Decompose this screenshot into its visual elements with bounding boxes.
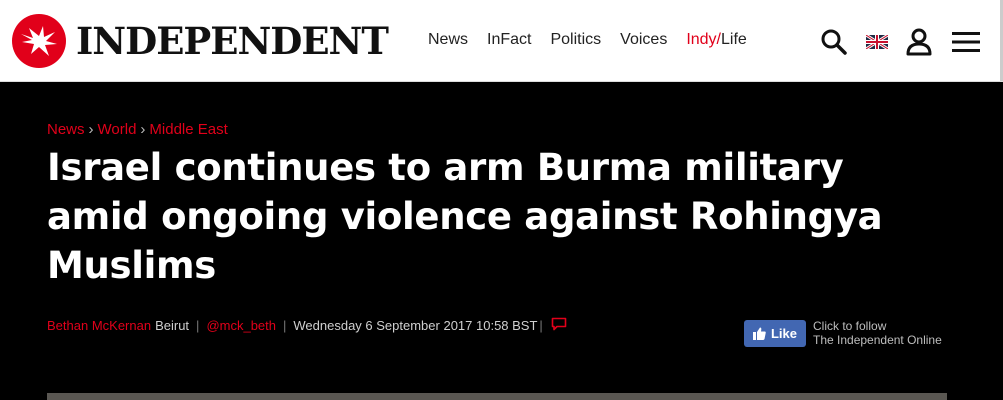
thumbs-up-icon: [752, 327, 766, 340]
logo-wordmark: INDEPENDENT: [76, 19, 389, 63]
article-byline: Bethan McKernan Beirut | @mck_beth | Wed…: [47, 317, 567, 334]
comment-icon[interactable]: [551, 317, 567, 334]
nav-infact[interactable]: InFact: [487, 31, 531, 49]
article-hero-image: [47, 393, 947, 400]
nav-life-label: Life: [721, 31, 747, 48]
like-label: Like: [770, 325, 797, 341]
follow-text: Click to follow The Independent Online: [813, 319, 942, 347]
nav-news[interactable]: News: [428, 31, 468, 49]
nav-indy-life[interactable]: Indy/Life: [686, 31, 746, 49]
author-location: Beirut: [155, 318, 190, 333]
breadcrumb-news[interactable]: News: [47, 121, 85, 138]
eagle-logo-icon: [12, 14, 66, 68]
search-icon[interactable]: [818, 26, 850, 58]
publish-date: Wednesday 6 September 2017 10:58 BST: [293, 318, 538, 333]
follow-line-2: The Independent Online: [813, 333, 942, 347]
nav-politics[interactable]: Politics: [550, 31, 601, 49]
site-logo[interactable]: INDEPENDENT: [12, 14, 389, 68]
author-link[interactable]: Bethan McKernan: [47, 318, 151, 333]
main-nav: News InFact Politics Voices Indy/Life: [428, 31, 747, 49]
nav-voices[interactable]: Voices: [620, 31, 667, 49]
breadcrumb: News › World › Middle East: [47, 121, 228, 138]
user-icon[interactable]: [904, 26, 934, 58]
byline-divider: |: [539, 318, 543, 333]
article-title: Israel continues to arm Burma military a…: [47, 146, 883, 287]
follow-line-1: Click to follow: [813, 319, 887, 333]
breadcrumb-middle-east[interactable]: Middle East: [149, 121, 227, 138]
facebook-like-button[interactable]: Like: [744, 319, 806, 347]
breadcrumb-separator: ›: [140, 121, 146, 138]
byline-divider: |: [196, 318, 200, 333]
twitter-handle-link[interactable]: @mck_beth: [206, 318, 276, 333]
breadcrumb-separator: ›: [88, 121, 94, 138]
uk-flag-icon[interactable]: [863, 26, 891, 58]
header-icons: [818, 26, 981, 58]
menu-icon[interactable]: [951, 26, 981, 58]
site-header: INDEPENDENT News InFact Politics Voices …: [0, 0, 1003, 82]
breadcrumb-world[interactable]: World: [98, 121, 137, 138]
byline-divider: |: [283, 318, 287, 333]
facebook-follow: Like Click to follow The Independent Onl…: [744, 319, 942, 347]
nav-indy-label: Indy/: [686, 31, 721, 48]
